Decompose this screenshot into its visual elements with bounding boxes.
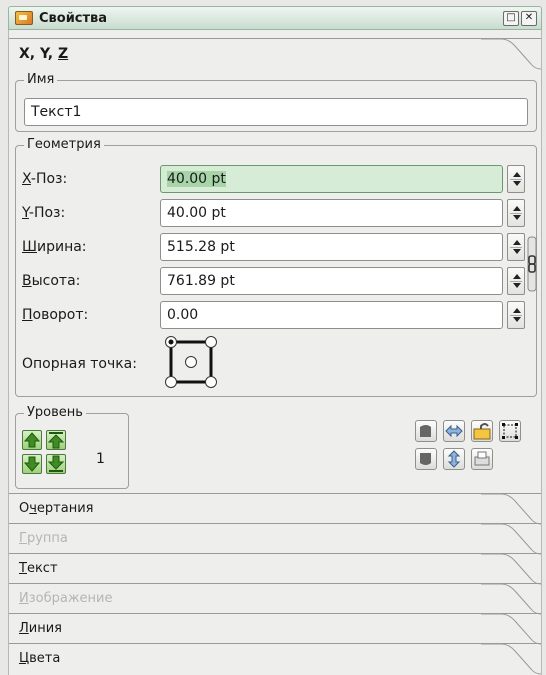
width-field[interactable]: 515.28 pt [160,233,503,261]
rotation-label: Поворот: [22,307,89,323]
width-spinner[interactable] [507,233,525,261]
section-colors[interactable]: Цвета [9,643,541,675]
section-colors-label: Цвета [19,651,61,666]
rotation-field[interactable]: 0.00 [160,301,503,329]
anchor-point-selector[interactable] [164,335,220,391]
size-lock-button[interactable] [499,420,521,442]
print-toggle-button[interactable] [471,448,493,470]
close-button[interactable]: ✕ [521,10,537,26]
section-text[interactable]: Текст [9,553,541,585]
lock-icon [473,423,491,440]
geometry-legend: Геометрия [24,137,104,153]
x-pos-field[interactable]: 40.00 pt [160,165,503,193]
section-image: Изображение [9,583,541,615]
raise-to-top-button[interactable] [46,430,66,450]
flip-vertical-button[interactable] [415,448,437,470]
section-line[interactable]: Линия [9,613,541,645]
printer-icon [474,451,490,466]
resize-frame-icon [502,423,518,439]
window-title: Свойства [39,10,108,26]
section-xyz-z: Z [58,46,69,62]
level-legend: Уровень [24,405,86,421]
lower-to-bottom-button[interactable] [46,454,66,474]
properties-panel: X, Y, Z Имя Текст1 Геометрия X-Поз: 40.0… [8,30,542,675]
section-text-label: Текст [19,561,58,576]
window-titlebar: Свойства □ ✕ [8,6,542,30]
mirror-horizontal-button[interactable] [443,420,465,442]
rotation-spinner[interactable] [507,301,525,329]
height-field[interactable]: 761.89 pt [160,267,503,295]
shape-flip-icon [420,425,431,437]
level-value: 1 [96,451,105,467]
app-icon [15,11,33,25]
lower-button[interactable] [22,454,42,474]
y-pos-spinner[interactable] [507,199,525,227]
arrow-down-icon [23,456,41,472]
chain-link-icon[interactable] [527,236,537,292]
arrow-up-icon [23,432,41,448]
name-input[interactable]: Текст1 [24,98,528,126]
raise-button[interactable] [22,430,42,450]
y-pos-label: Y-Поз: [22,205,66,221]
section-tab-curve [481,38,541,70]
section-xyz-label: X, Y, [19,46,58,62]
name-legend: Имя [24,72,58,88]
maximize-button[interactable]: □ [503,10,519,26]
section-group-label: Группа [19,531,68,546]
height-label: Высота: [22,273,81,289]
x-pos-label: X-Поз: [22,171,68,187]
anchor-label: Опорная точка: [22,356,137,372]
flip-horizontal-button[interactable] [415,420,437,442]
section-group: Группа [9,523,541,555]
level-group: Уровень 1 [15,405,129,489]
shape-flip-vertical-icon [420,453,431,465]
section-image-label: Изображение [19,591,113,606]
section-xyz[interactable]: X, Y, Z [9,38,541,70]
x-pos-spinner[interactable] [507,165,525,193]
horizontal-arrows-icon [445,424,463,438]
y-pos-field[interactable]: 40.00 pt [160,199,503,227]
section-shape-label: Очертания [19,501,94,516]
vertical-arrows-icon [447,450,461,468]
height-spinner[interactable] [507,267,525,295]
section-line-label: Линия [19,621,62,636]
geometry-group: Геометрия X-Поз: 40.00 pt Y-Поз: 40.00 p… [15,137,537,397]
name-group: Имя Текст1 [15,72,537,132]
width-label: Ширина: [22,239,87,255]
lock-button[interactable] [471,420,493,442]
arrow-top-icon [47,432,65,449]
section-shape[interactable]: Очертания [9,493,541,525]
mirror-vertical-button[interactable] [443,448,465,470]
arrow-bottom-icon [47,455,65,472]
